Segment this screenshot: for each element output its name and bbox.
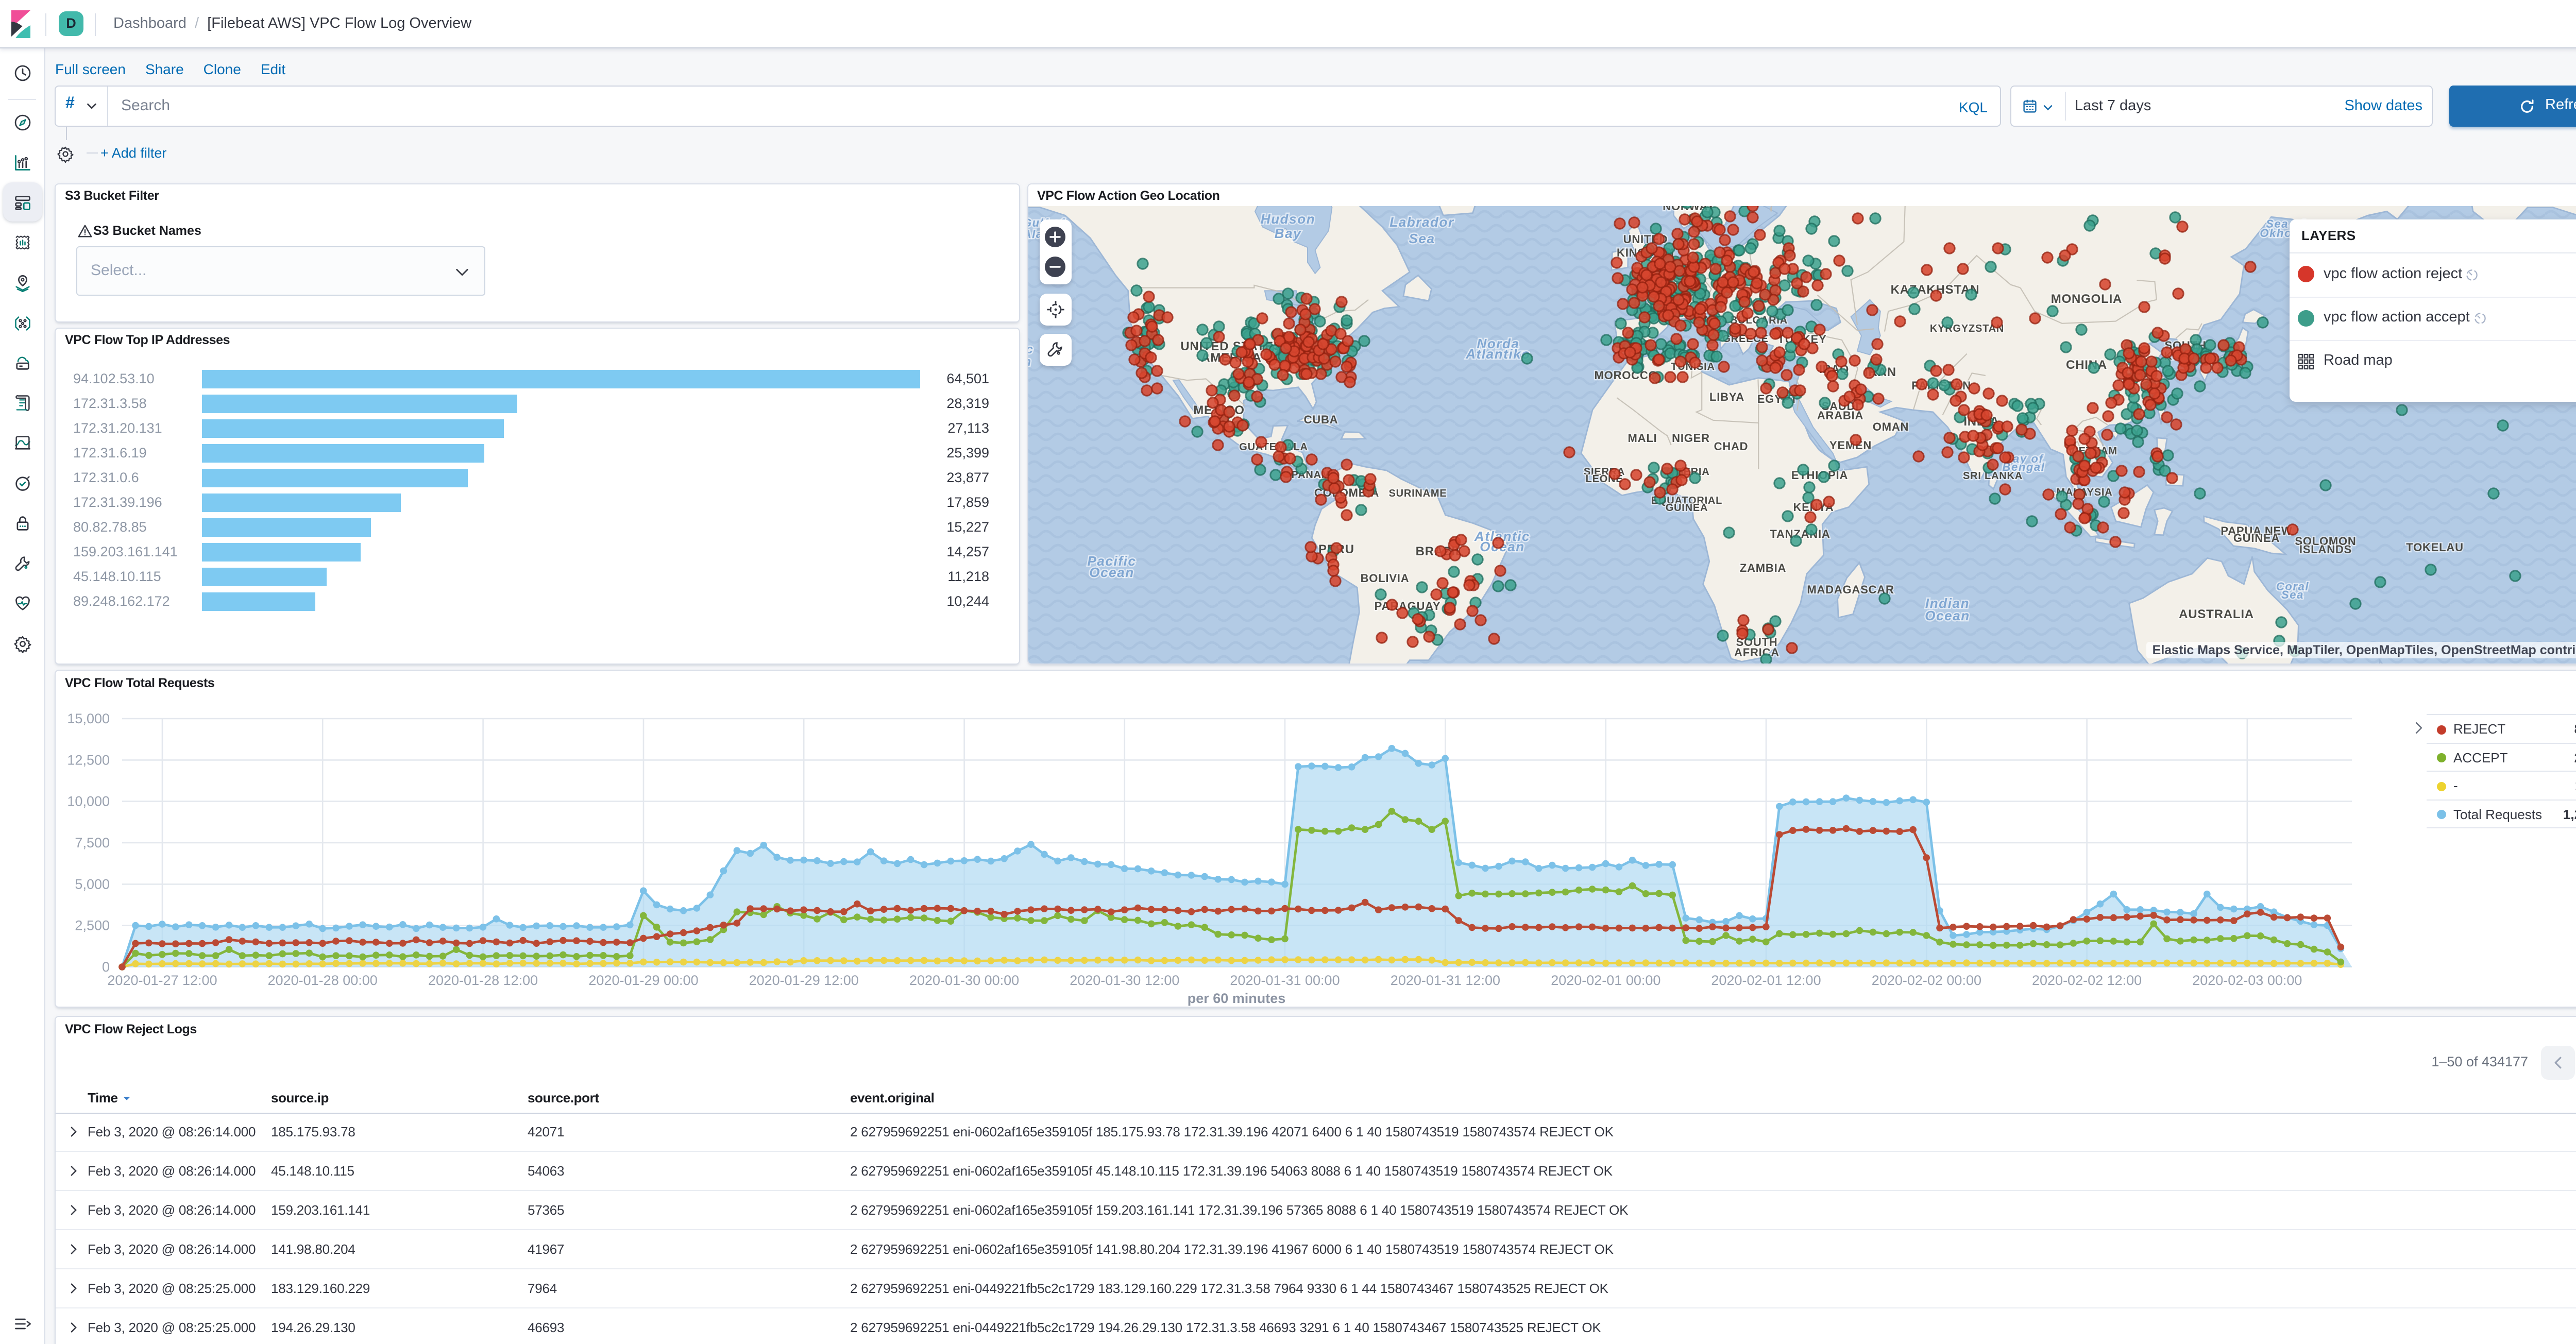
svg-text:GUATEMALA: GUATEMALA xyxy=(1239,441,1307,452)
svg-text:5,000: 5,000 xyxy=(75,876,110,892)
svg-text:CUBA: CUBA xyxy=(1303,413,1338,426)
svg-text:BOLIVIA: BOLIVIA xyxy=(1360,571,1409,584)
svg-text:Atlantiko: Atlantiko xyxy=(1465,346,1530,361)
svg-text:TOKELAU: TOKELAU xyxy=(2405,540,2463,553)
svg-text:2020-01-29 00:00: 2020-01-29 00:00 xyxy=(588,973,698,988)
svg-text:MONGOLIA: MONGOLIA xyxy=(2050,292,2122,305)
svg-text:2020-01-27 12:00: 2020-01-27 12:00 xyxy=(107,973,217,988)
svg-text:GUINEA: GUINEA xyxy=(2233,531,2279,544)
svg-text:ISLANDS: ISLANDS xyxy=(2299,542,2351,555)
svg-text:2020-01-31 00:00: 2020-01-31 00:00 xyxy=(1230,973,1340,988)
svg-text:LIBYA: LIBYA xyxy=(1709,390,1744,403)
svg-text:Ocean: Ocean xyxy=(1028,354,1031,368)
svg-text:Bay: Bay xyxy=(1274,225,1301,241)
svg-text:Sea: Sea xyxy=(2281,588,2303,601)
svg-text:2020-01-31 12:00: 2020-01-31 12:00 xyxy=(1391,973,1500,988)
svg-text:CHINA: CHINA xyxy=(2065,358,2107,371)
svg-text:2020-01-28 12:00: 2020-01-28 12:00 xyxy=(428,973,538,988)
svg-text:2020-02-01 12:00: 2020-02-01 12:00 xyxy=(1711,973,1821,988)
svg-text:Labrador: Labrador xyxy=(1389,214,1454,229)
svg-text:2020-01-28 00:00: 2020-01-28 00:00 xyxy=(268,973,378,988)
svg-text:ARABIA: ARABIA xyxy=(1817,409,1863,421)
svg-text:12,500: 12,500 xyxy=(67,752,110,768)
svg-text:per 60 minutes: per 60 minutes xyxy=(1188,991,1286,1006)
svg-text:OMAN: OMAN xyxy=(1872,420,1908,433)
svg-text:NIGER: NIGER xyxy=(1671,431,1709,444)
svg-text:CHAD: CHAD xyxy=(1714,439,1748,452)
svg-text:2,500: 2,500 xyxy=(75,918,110,933)
svg-text:Sea: Sea xyxy=(1408,230,1434,246)
svg-text:15,000: 15,000 xyxy=(67,711,110,726)
svg-text:2020-02-02 00:00: 2020-02-02 00:00 xyxy=(1872,973,1981,988)
svg-text:2020-02-02 12:00: 2020-02-02 12:00 xyxy=(2032,973,2142,988)
svg-text:Ocean: Ocean xyxy=(1089,564,1134,580)
svg-text:AFRICA: AFRICA xyxy=(1734,645,1779,658)
svg-text:ZAMBIA: ZAMBIA xyxy=(1739,561,1786,574)
svg-text:Pacific: Pacific xyxy=(1028,342,1033,356)
svg-text:GUINEA: GUINEA xyxy=(1665,502,1708,513)
svg-text:2020-01-30 12:00: 2020-01-30 12:00 xyxy=(1070,973,1179,988)
svg-text:MALI: MALI xyxy=(1628,431,1657,444)
svg-text:2020-02-03 00:00: 2020-02-03 00:00 xyxy=(2192,973,2302,988)
svg-text:7,500: 7,500 xyxy=(75,835,110,850)
svg-text:MOROCCO: MOROCCO xyxy=(1594,368,1657,381)
svg-text:2020-01-30 00:00: 2020-01-30 00:00 xyxy=(909,973,1019,988)
svg-text:SURINAME: SURINAME xyxy=(1388,487,1446,499)
svg-text:Hudson: Hudson xyxy=(1260,211,1315,226)
svg-text:2020-02-01 00:00: 2020-02-01 00:00 xyxy=(1551,973,1660,988)
svg-text:2020-01-29 12:00: 2020-01-29 12:00 xyxy=(749,973,859,988)
svg-text:Ocean: Ocean xyxy=(1924,607,1970,623)
svg-text:10,000: 10,000 xyxy=(67,794,110,809)
svg-text:AUSTRALIA: AUSTRALIA xyxy=(2178,607,2253,621)
